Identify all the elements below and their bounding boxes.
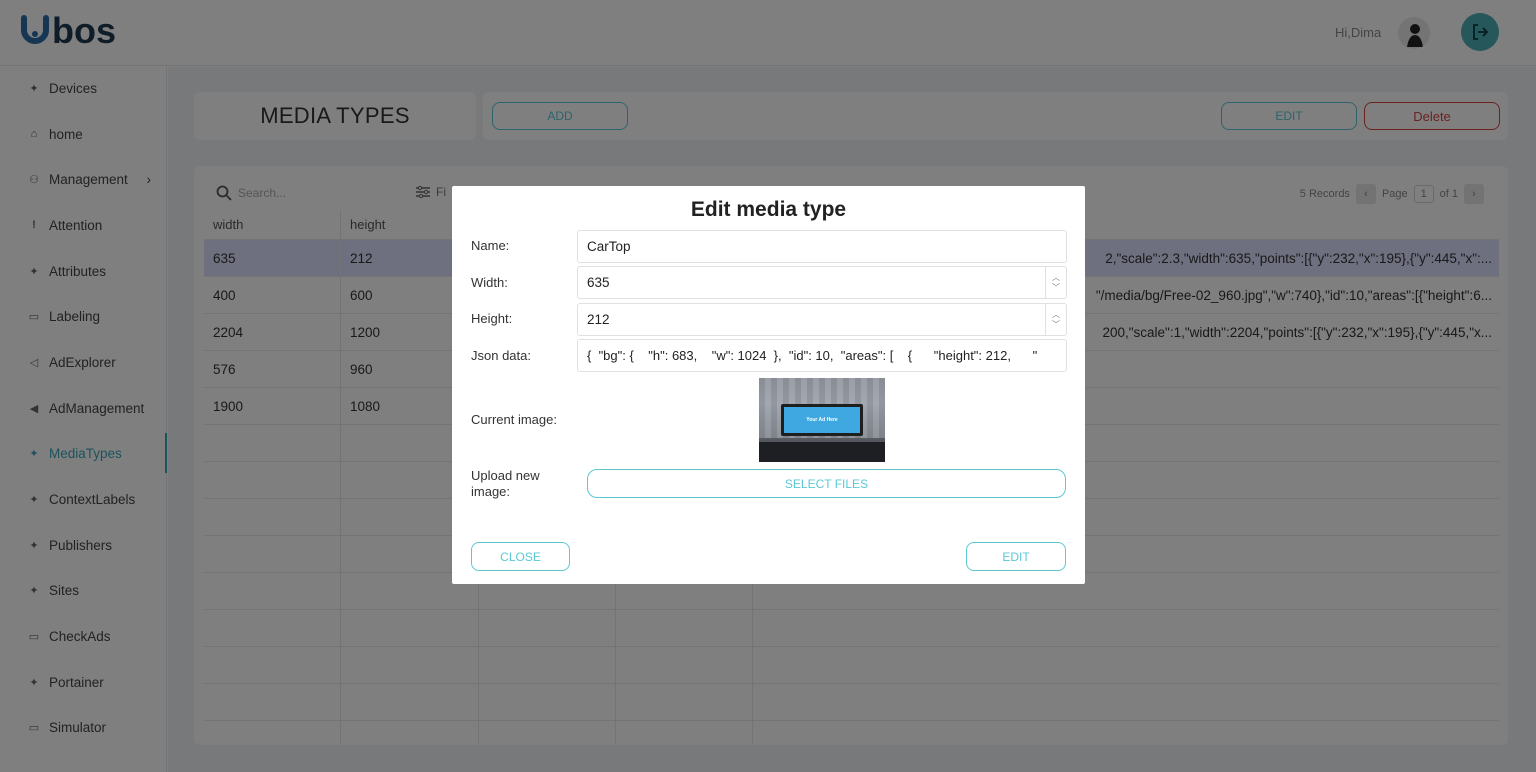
height-label: Height: bbox=[471, 311, 513, 326]
height-value: 212 bbox=[587, 312, 610, 327]
name-field[interactable]: CarTop bbox=[577, 230, 1067, 263]
name-label: Name: bbox=[471, 238, 510, 253]
dialog-title: Edit media type bbox=[690, 198, 847, 221]
width-value: 635 bbox=[587, 275, 610, 290]
json-data-field[interactable]: { "bg": { "h": 683, "w": 1024 }, "id": 1… bbox=[577, 339, 1067, 372]
select-files-button[interactable]: SELECT FILES bbox=[587, 469, 1066, 498]
close-button[interactable]: CLOSE bbox=[471, 542, 570, 571]
edit-submit-button[interactable]: EDIT bbox=[966, 542, 1066, 571]
chevron-up-icon[interactable]: ︿ bbox=[1052, 273, 1060, 283]
width-stepper[interactable]: ︿ ﹀ bbox=[1045, 267, 1066, 298]
current-image-label: Current image: bbox=[471, 412, 557, 427]
chevron-down-icon[interactable]: ﹀ bbox=[1052, 320, 1060, 330]
json-label: Json data: bbox=[471, 348, 531, 363]
thumb-ad-text: Your Ad Here bbox=[784, 407, 860, 433]
width-field[interactable]: 635 ︿ ﹀ bbox=[577, 266, 1067, 299]
width-label: Width: bbox=[471, 275, 508, 290]
current-image: Your Ad Here bbox=[759, 378, 885, 462]
height-field[interactable]: 212 ︿ ﹀ bbox=[577, 303, 1067, 336]
edit-media-type-dialog: Edit media type Name: CarTop Width: 635 … bbox=[452, 186, 1085, 584]
chevron-up-icon[interactable]: ︿ bbox=[1052, 310, 1060, 320]
height-stepper[interactable]: ︿ ﹀ bbox=[1045, 304, 1066, 335]
chevron-down-icon[interactable]: ﹀ bbox=[1052, 283, 1060, 293]
upload-label: Upload new image: bbox=[471, 468, 540, 499]
